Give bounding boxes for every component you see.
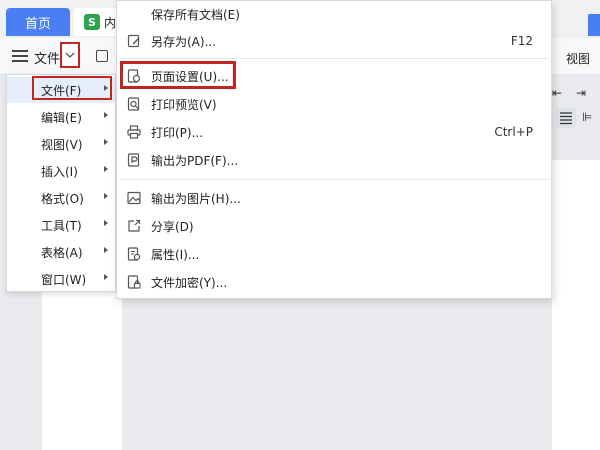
spreadsheet-app-icon: S <box>84 14 100 30</box>
chevron-right-icon <box>104 112 108 118</box>
menu-print-preview[interactable]: 打印预览(V) <box>117 91 551 117</box>
menu-properties[interactable]: 属性(I)... <box>117 241 551 267</box>
align-justify-icon <box>560 112 572 125</box>
menu-item-label: 格式(O) <box>41 191 84 206</box>
align-justify-button[interactable] <box>556 108 576 128</box>
highlight-box-page-setup <box>120 61 236 89</box>
tab-home[interactable]: 首页 <box>6 8 70 36</box>
save-as-icon <box>127 34 140 48</box>
menu-item-label: 窗口(W) <box>41 272 87 287</box>
menu-export-image[interactable]: 输出为图片(H)... <box>117 185 551 211</box>
tab-document-label: 内 <box>104 15 117 30</box>
chevron-right-icon <box>104 166 108 172</box>
file-submenu: 保存所有文档(E) 另存为(A)... F12 页面设置(U)... 打印预览(… <box>116 0 552 299</box>
shortcut-label: F12 <box>510 34 533 48</box>
menu-share[interactable]: 分享(D) <box>117 213 551 239</box>
chevron-down-icon <box>65 52 75 58</box>
menu-item-label: 保存所有文档(E) <box>151 7 240 22</box>
shortcut-label: Ctrl+P <box>494 125 533 139</box>
chevron-right-icon <box>104 220 108 226</box>
menu-item-label: 表格(A) <box>41 245 83 260</box>
menu-item-label: 分享(D) <box>151 219 194 234</box>
menu-item-label: 另存为(A)... <box>151 34 217 49</box>
menu-item-table[interactable]: 表格(A) <box>7 239 115 265</box>
save-icon[interactable] <box>96 50 108 62</box>
app-logo-icon <box>588 14 600 36</box>
view-tab[interactable]: 视图 <box>566 50 590 67</box>
menu-print[interactable]: 打印(P)... Ctrl+P <box>117 119 551 145</box>
menu-item-label: 工具(T) <box>41 218 82 233</box>
tab-home-label: 首页 <box>24 16 51 32</box>
menu-item-label: 视图(V) <box>41 137 83 152</box>
lock-document-icon <box>127 275 141 289</box>
share-icon <box>128 219 141 232</box>
menu-item-edit[interactable]: 编辑(E) <box>7 104 115 130</box>
chevron-right-icon <box>104 247 108 253</box>
main-menu: 文件(F) 编辑(E) 视图(V) 插入(I) 格式(O) 工具(T) 表格(A… <box>6 74 116 292</box>
menu-item-label: 插入(I) <box>41 164 78 179</box>
menu-encrypt[interactable]: 文件加密(Y)... <box>117 269 551 295</box>
properties-icon <box>127 247 141 261</box>
menu-save-all[interactable]: 保存所有文档(E) <box>117 1 551 27</box>
menu-icon[interactable] <box>12 50 28 62</box>
menu-item-label: 输出为图片(H)... <box>151 191 241 206</box>
document-page-right[interactable] <box>552 160 600 450</box>
menu-item-label: 属性(I)... <box>151 247 200 262</box>
menu-item-tools[interactable]: 工具(T) <box>7 212 115 238</box>
file-menu-button[interactable]: 文件 <box>34 48 60 67</box>
menu-item-label: 输出为PDF(F)... <box>151 153 239 168</box>
indent-increase-icon[interactable]: ⇥ <box>576 86 586 100</box>
file-dropdown-toggle[interactable] <box>60 42 80 68</box>
menu-item-insert[interactable]: 插入(I) <box>7 158 115 184</box>
menu-save-as[interactable]: 另存为(A)... F12 <box>117 28 551 54</box>
printer-icon <box>127 125 141 139</box>
menu-item-label: 编辑(E) <box>41 110 82 125</box>
menu-item-format[interactable]: 格式(O) <box>7 185 115 211</box>
pdf-icon <box>127 153 140 167</box>
indent-decrease-icon[interactable]: ⇤ <box>552 86 562 100</box>
chevron-right-icon <box>104 193 108 199</box>
menu-item-label: 文件加密(Y)... <box>151 275 228 290</box>
menu-divider <box>119 179 549 180</box>
chevron-right-icon <box>104 139 108 145</box>
image-icon <box>127 191 141 205</box>
print-preview-icon <box>127 97 140 111</box>
menu-item-label: 打印预览(V) <box>151 97 217 112</box>
menu-item-view[interactable]: 视图(V) <box>7 131 115 157</box>
menu-export-pdf[interactable]: 输出为PDF(F)... <box>117 147 551 173</box>
menu-item-label: 打印(P)... <box>151 125 204 140</box>
distribute-icon[interactable]: ⊫ <box>582 110 592 124</box>
menu-item-window[interactable]: 窗口(W) <box>7 266 115 292</box>
highlight-box-file-menu <box>32 76 112 100</box>
chevron-right-icon <box>104 274 108 280</box>
menu-divider <box>119 58 549 59</box>
